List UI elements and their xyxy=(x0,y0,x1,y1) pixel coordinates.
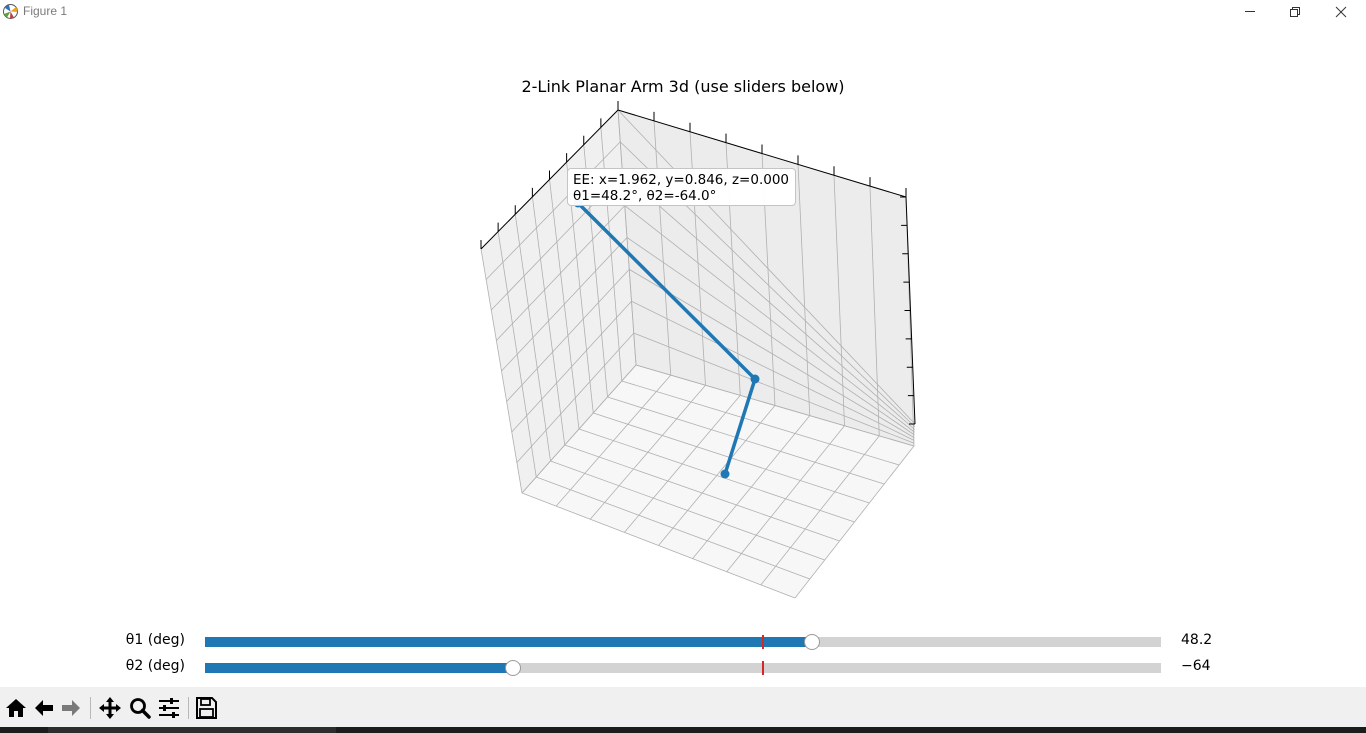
slider-theta1-value: 48.2 xyxy=(1181,632,1213,648)
toolbar-separator xyxy=(90,697,91,719)
base-joint-marker xyxy=(720,469,730,479)
slider-theta2-initial-marker xyxy=(762,661,765,675)
close-button[interactable] xyxy=(1318,0,1364,24)
slider-theta1-handle[interactable] xyxy=(804,634,821,650)
slider-theta1-fill xyxy=(205,637,813,647)
navigation-toolbar xyxy=(0,687,1366,727)
matplotlib-logo-icon xyxy=(3,4,18,19)
plot-title: 2-Link Planar Arm 3d (use sliders below) xyxy=(521,77,845,96)
home-icon xyxy=(6,699,26,717)
window-titlebar: Figure 1 xyxy=(0,0,1366,24)
restore-icon xyxy=(1290,7,1300,17)
slider-theta2-track[interactable] xyxy=(205,660,1161,676)
minimize-icon xyxy=(1245,11,1255,12)
end-effector-annotation: EE: x=1.962, y=0.846, z=0.000 θ1=48.2°, … xyxy=(567,168,796,206)
slider-theta1: θ1 (deg) 48.2 xyxy=(0,630,1366,654)
configure-subplots-button[interactable] xyxy=(156,695,182,721)
toolbar-separator xyxy=(188,697,189,719)
pan-icon xyxy=(99,697,121,719)
slider-theta2-fill xyxy=(205,663,513,673)
forward-button[interactable] xyxy=(58,695,84,721)
zoom-button[interactable] xyxy=(127,695,153,721)
minimize-button[interactable] xyxy=(1227,0,1273,24)
taskbar-item[interactable] xyxy=(48,727,336,733)
annotation-line-angles: θ1=48.2°, θ2=-64.0° xyxy=(573,188,717,204)
forward-icon xyxy=(62,700,80,716)
save-button[interactable] xyxy=(193,695,219,721)
slider-theta1-initial-marker xyxy=(762,635,765,649)
slider-theta2-value: −64 xyxy=(1181,658,1211,674)
window-title: Figure 1 xyxy=(23,4,68,18)
zoom-icon xyxy=(130,698,151,719)
save-icon xyxy=(196,697,217,719)
slider-theta2: θ2 (deg) −64 xyxy=(0,656,1366,680)
restore-button[interactable] xyxy=(1272,0,1318,24)
axes-3d-canvas[interactable] xyxy=(0,24,1366,687)
close-icon xyxy=(1335,6,1347,18)
slider-theta2-label: θ2 (deg) xyxy=(125,658,185,674)
slider-theta1-label: θ1 (deg) xyxy=(125,632,185,648)
slider-theta2-handle[interactable] xyxy=(504,660,521,676)
back-button[interactable] xyxy=(31,695,57,721)
home-button[interactable] xyxy=(3,695,29,721)
pan-button[interactable] xyxy=(97,695,123,721)
slider-theta1-track[interactable] xyxy=(205,634,1161,650)
back-icon xyxy=(35,700,53,716)
elbow-joint-marker xyxy=(750,374,760,384)
taskbar xyxy=(0,727,1366,733)
configure-subplots-icon xyxy=(159,698,179,718)
annotation-line-position: EE: x=1.962, y=0.846, z=0.000 xyxy=(573,172,790,188)
